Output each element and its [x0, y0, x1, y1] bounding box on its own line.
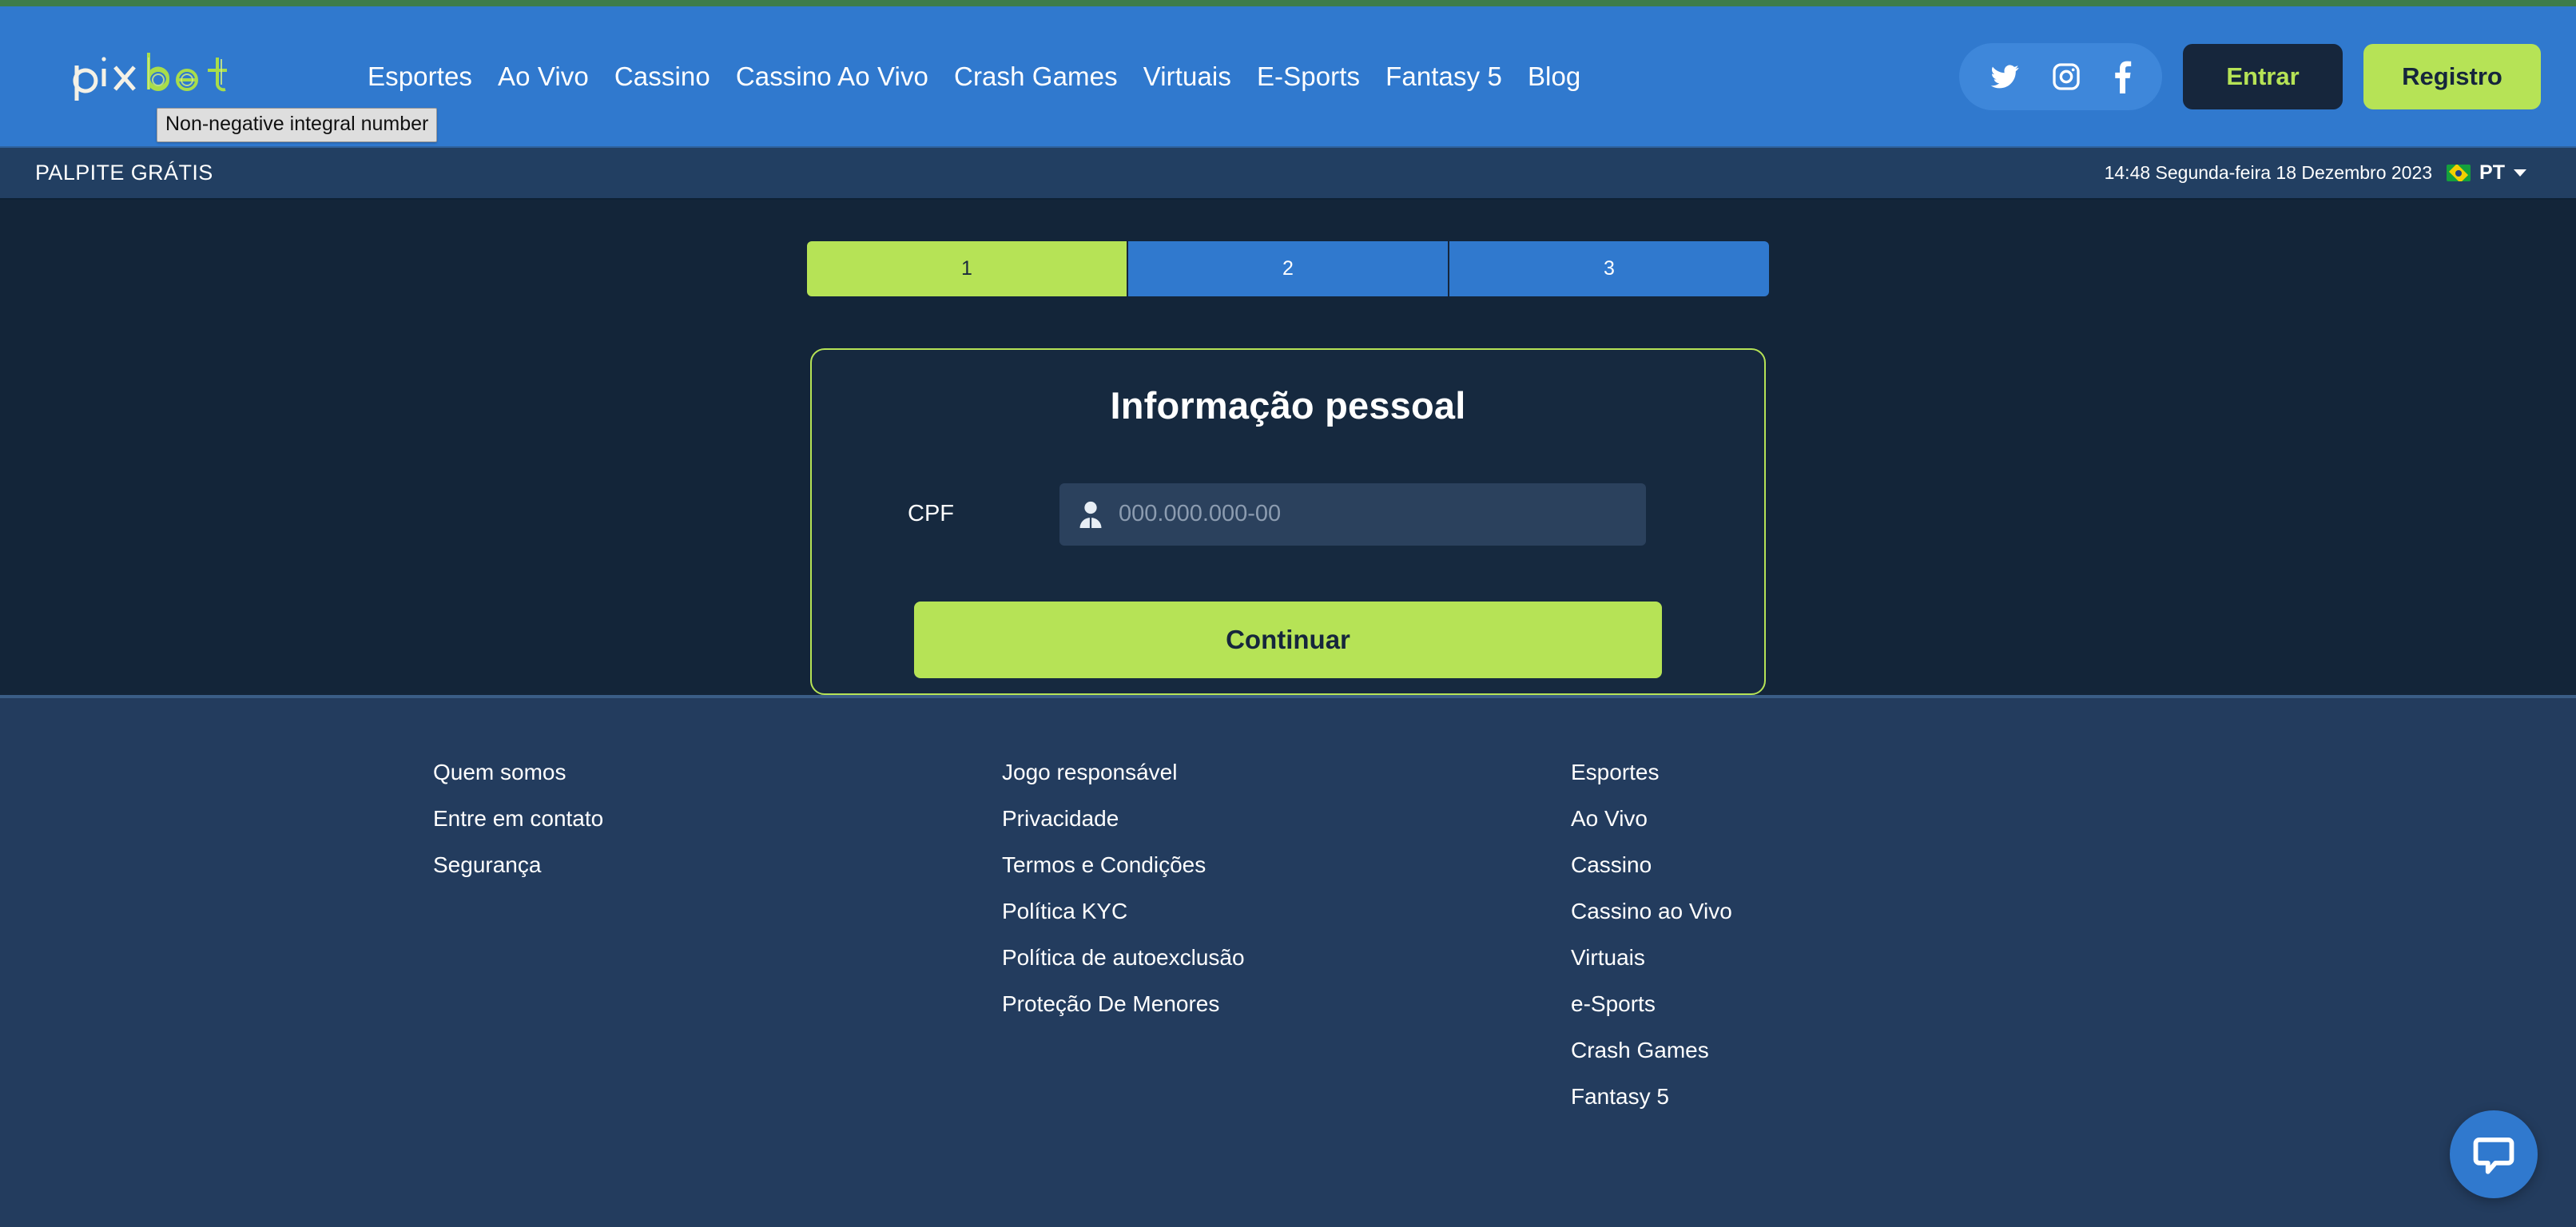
secondary-bar: PALPITE GRÁTIS 14:48 Segunda-feira 18 De… [0, 146, 2576, 200]
nav-item-cassino-ao-vivo[interactable]: Cassino Ao Vivo [736, 63, 928, 89]
footer-link-ao-vivo[interactable]: Ao Vivo [1571, 804, 1732, 832]
social-links [1959, 42, 2162, 110]
person-icon [1079, 501, 1102, 528]
cpf-input[interactable] [1119, 482, 1628, 546]
footer-link-cassino-ao-vivo[interactable]: Cassino ao Vivo [1571, 897, 1732, 925]
chevron-down-icon [2514, 169, 2526, 177]
footer-link-seguranca[interactable]: Segurança [433, 851, 1002, 879]
nav-item-cassino[interactable]: Cassino [614, 63, 710, 89]
pixbet-logo-icon [73, 52, 227, 101]
palpite-gratis-link[interactable]: PALPITE GRÁTIS [35, 161, 213, 185]
footer-link-politica-kyc[interactable]: Política KYC [1002, 897, 1571, 925]
footer-column-products: Esportes Ao Vivo Cassino Cassino ao Vivo… [1571, 758, 1732, 1227]
step-tab-2[interactable]: 2 [1128, 241, 1449, 296]
footer-link-entre-em-contato[interactable]: Entre em contato [433, 804, 1002, 832]
twitter-icon[interactable] [1988, 62, 2021, 92]
nav-item-virtuais[interactable]: Virtuais [1143, 63, 1231, 89]
footer-link-protecao-de-menores[interactable]: Proteção De Menores [1002, 990, 1571, 1018]
footer-link-esportes[interactable]: Esportes [1571, 758, 1732, 786]
page-title: Informação pessoal [1110, 383, 1466, 427]
nav-item-fantasy-5[interactable]: Fantasy 5 [1385, 63, 1502, 89]
footer-link-politica-autoexclusao[interactable]: Política de autoexclusão [1002, 943, 1571, 971]
nav-item-ao-vivo[interactable]: Ao Vivo [498, 63, 589, 89]
cpf-label: CPF [908, 501, 954, 527]
nav-item-esportes[interactable]: Esportes [368, 63, 472, 89]
footer-link-crash-games[interactable]: Crash Games [1571, 1036, 1732, 1064]
instagram-icon[interactable] [2050, 61, 2082, 93]
header-actions: Entrar Registro [1959, 42, 2541, 110]
nav-item-blog[interactable]: Blog [1528, 63, 1580, 89]
brand-logo[interactable]: Non-negative integral number [35, 6, 438, 146]
page-root: Non-negative integral number Esportes Ao… [0, 0, 2576, 1227]
cpf-field-row: CPF [812, 482, 1764, 546]
footer-link-virtuais[interactable]: Virtuais [1571, 943, 1732, 971]
primary-nav: Esportes Ao Vivo Cassino Cassino Ao Vivo… [368, 63, 1959, 89]
register-button[interactable]: Registro [2363, 43, 2541, 109]
footer-link-jogo-responsavel[interactable]: Jogo responsável [1002, 758, 1571, 786]
chat-bubble-icon [2473, 1137, 2514, 1174]
footer-column-company: Quem somos Entre em contato Segurança [433, 758, 1002, 1227]
live-chat-button[interactable] [2450, 1110, 2538, 1198]
nav-item-e-sports[interactable]: E-Sports [1257, 63, 1360, 89]
step-tab-3[interactable]: 3 [1449, 241, 1769, 296]
continue-button[interactable]: Continuar [914, 601, 1662, 678]
nav-item-crash-games[interactable]: Crash Games [954, 63, 1118, 89]
site-footer: Quem somos Entre em contato Segurança Jo… [0, 695, 2576, 1227]
footer-link-fantasy-5[interactable]: Fantasy 5 [1571, 1082, 1732, 1110]
cpf-input-wrapper[interactable] [1059, 482, 1646, 546]
current-datetime: 14:48 Segunda-feira 18 Dezembro 2023 [2104, 162, 2433, 183]
main-content: 1 2 3 Informação pessoal CPF Continuar [0, 200, 2576, 695]
brazil-flag-icon [2447, 165, 2471, 181]
footer-link-privacidade[interactable]: Privacidade [1002, 804, 1571, 832]
browser-tooltip: Non-negative integral number [157, 108, 438, 142]
site-header: Non-negative integral number Esportes Ao… [0, 6, 2576, 146]
facebook-icon[interactable] [2111, 60, 2133, 93]
top-accent-strip [0, 0, 2576, 6]
step-tab-1[interactable]: 1 [807, 241, 1128, 296]
registration-card: Informação pessoal CPF Continuar [810, 347, 1766, 695]
footer-link-quem-somos[interactable]: Quem somos [433, 758, 1002, 786]
subbar-right-group: 14:48 Segunda-feira 18 Dezembro 2023 PT [2105, 161, 2526, 185]
footer-column-policies: Jogo responsável Privacidade Termos e Co… [1002, 758, 1571, 1227]
registration-steps: 1 2 3 [807, 241, 1769, 296]
footer-link-termos-e-condicoes[interactable]: Termos e Condições [1002, 851, 1571, 879]
language-selector[interactable]: PT [2447, 161, 2526, 185]
footer-link-e-sports[interactable]: e-Sports [1571, 990, 1732, 1018]
language-label: PT [2479, 161, 2505, 184]
login-button[interactable]: Entrar [2183, 43, 2343, 109]
footer-link-cassino[interactable]: Cassino [1571, 851, 1732, 879]
